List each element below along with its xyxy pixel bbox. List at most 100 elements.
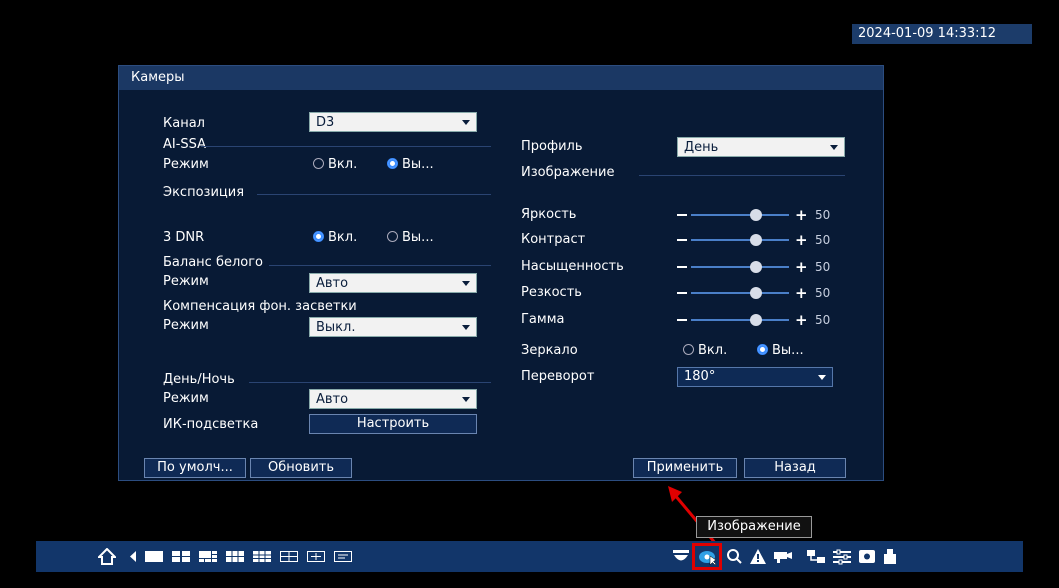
radio-selected-icon bbox=[387, 158, 398, 169]
slider-value: 50 bbox=[815, 233, 831, 247]
white-balance-select[interactable]: Авто bbox=[309, 273, 477, 293]
slider-track[interactable] bbox=[691, 319, 789, 321]
plus-icon[interactable]: + bbox=[795, 312, 808, 328]
slider-control[interactable]: +50 bbox=[677, 312, 847, 328]
flip-label: Переворот bbox=[521, 369, 595, 384]
view-16-icon[interactable] bbox=[279, 548, 299, 565]
search-icon[interactable] bbox=[726, 548, 742, 565]
slider-handle[interactable] bbox=[750, 314, 762, 326]
minus-icon[interactable] bbox=[677, 266, 687, 268]
profile-select[interactable]: День bbox=[677, 137, 845, 157]
daynight-section: День/Ночь bbox=[163, 372, 235, 387]
slider-track[interactable] bbox=[691, 292, 789, 294]
view-6-icon[interactable] bbox=[198, 548, 218, 565]
sequence-icon[interactable] bbox=[333, 548, 353, 565]
slider-label: Гамма bbox=[521, 312, 565, 327]
aissa-section: AI-SSA bbox=[163, 137, 207, 152]
daynight-select[interactable]: Авто bbox=[309, 389, 477, 409]
network-icon[interactable] bbox=[806, 548, 826, 565]
plus-icon[interactable]: + bbox=[795, 259, 808, 275]
slider-value: 50 bbox=[815, 286, 831, 300]
radio-icon bbox=[683, 344, 694, 355]
backlight-section: Компенсация фон. засветки bbox=[163, 299, 357, 314]
slider-control[interactable]: +50 bbox=[677, 259, 847, 275]
white-balance-mode-label: Режим bbox=[163, 274, 209, 289]
minus-icon[interactable] bbox=[677, 239, 687, 241]
backlight-select[interactable]: Выкл. bbox=[309, 317, 477, 337]
alarm-icon[interactable] bbox=[749, 548, 767, 565]
slider-handle[interactable] bbox=[750, 287, 762, 299]
view-9-icon[interactable] bbox=[252, 548, 272, 565]
aissa-radio-on[interactable]: Вкл. bbox=[313, 157, 357, 173]
divider bbox=[269, 265, 491, 266]
ptz-icon[interactable] bbox=[672, 548, 690, 565]
image-settings-icon[interactable] bbox=[698, 548, 718, 565]
refresh-button[interactable]: Обновить bbox=[250, 458, 352, 478]
slider-handle[interactable] bbox=[750, 234, 762, 246]
prev-arrow-icon[interactable] bbox=[128, 548, 138, 565]
exposure-section: Экспозиция bbox=[163, 185, 245, 200]
apply-button[interactable]: Применить bbox=[633, 458, 737, 478]
aissa-mode-label: Режим bbox=[163, 157, 209, 172]
channel-select[interactable]: D3 bbox=[309, 112, 477, 132]
ir-configure-button[interactable]: Настроить bbox=[309, 414, 477, 434]
slider-control[interactable]: +50 bbox=[677, 207, 847, 223]
hdd-icon[interactable] bbox=[858, 548, 876, 565]
mirror-radio-off[interactable]: Вы... bbox=[757, 343, 804, 359]
chevron-down-icon bbox=[818, 375, 826, 380]
backup-icon[interactable] bbox=[882, 548, 898, 565]
slider-track[interactable] bbox=[691, 214, 789, 216]
minus-icon[interactable] bbox=[677, 292, 687, 294]
minus-icon[interactable] bbox=[677, 214, 687, 216]
radio-label: Вкл. bbox=[328, 157, 358, 172]
radio-icon bbox=[313, 158, 324, 169]
plus-icon[interactable]: + bbox=[795, 285, 808, 301]
cameras-window: Камеры Канал D3 AI-SSA Режим Вкл. Вы... … bbox=[118, 65, 884, 481]
view-25-icon[interactable] bbox=[306, 548, 326, 565]
dnr-radio-on[interactable]: Вкл. bbox=[313, 230, 357, 246]
camera-icon[interactable] bbox=[773, 548, 793, 565]
divider bbox=[257, 194, 491, 195]
chevron-down-icon bbox=[462, 325, 470, 330]
flip-value: 180° bbox=[684, 369, 716, 384]
radio-selected-icon bbox=[313, 231, 324, 242]
slider-handle[interactable] bbox=[750, 261, 762, 273]
chevron-down-icon bbox=[462, 281, 470, 286]
dnr-label: 3 DNR bbox=[163, 230, 205, 245]
radio-label: Вкл. bbox=[328, 230, 358, 245]
slider-label: Яркость bbox=[521, 207, 577, 222]
backlight-value: Выкл. bbox=[316, 320, 356, 335]
radio-label: Вы... bbox=[402, 230, 434, 245]
radio-icon bbox=[387, 231, 398, 242]
wb-value: Авто bbox=[316, 276, 349, 291]
datetime-display: 2024-01-09 14:33:12 bbox=[852, 24, 1032, 44]
mirror-radio-on[interactable]: Вкл. bbox=[683, 343, 727, 359]
settings-icon[interactable] bbox=[832, 548, 852, 565]
view-8-icon[interactable] bbox=[225, 548, 245, 565]
home-icon[interactable] bbox=[98, 548, 116, 565]
slider-control[interactable]: +50 bbox=[677, 232, 847, 248]
slider-control[interactable]: +50 bbox=[677, 285, 847, 301]
channel-label: Канал bbox=[163, 116, 205, 131]
plus-icon[interactable]: + bbox=[795, 207, 808, 223]
slider-handle[interactable] bbox=[750, 209, 762, 221]
view-1-icon[interactable] bbox=[144, 548, 164, 565]
default-button[interactable]: По умолч... bbox=[144, 458, 246, 478]
taskbar bbox=[36, 541, 1023, 572]
slider-track[interactable] bbox=[691, 266, 789, 268]
slider-value: 50 bbox=[815, 260, 831, 274]
view-4-icon[interactable] bbox=[171, 548, 191, 565]
plus-icon[interactable]: + bbox=[795, 232, 808, 248]
dnr-radio-off[interactable]: Вы... bbox=[387, 230, 434, 246]
slider-track[interactable] bbox=[691, 239, 789, 241]
aissa-radio-off[interactable]: Вы... bbox=[387, 157, 434, 173]
flip-select[interactable]: 180° bbox=[677, 367, 833, 387]
back-button[interactable]: Назад bbox=[744, 458, 846, 478]
radio-label: Вы... bbox=[772, 343, 804, 358]
divider bbox=[249, 382, 491, 383]
minus-icon[interactable] bbox=[677, 319, 687, 321]
profile-label: Профиль bbox=[521, 139, 583, 154]
radio-label: Вкл. bbox=[698, 343, 728, 358]
daynight-value: Авто bbox=[316, 392, 349, 407]
white-balance-section: Баланс белого bbox=[163, 255, 264, 270]
